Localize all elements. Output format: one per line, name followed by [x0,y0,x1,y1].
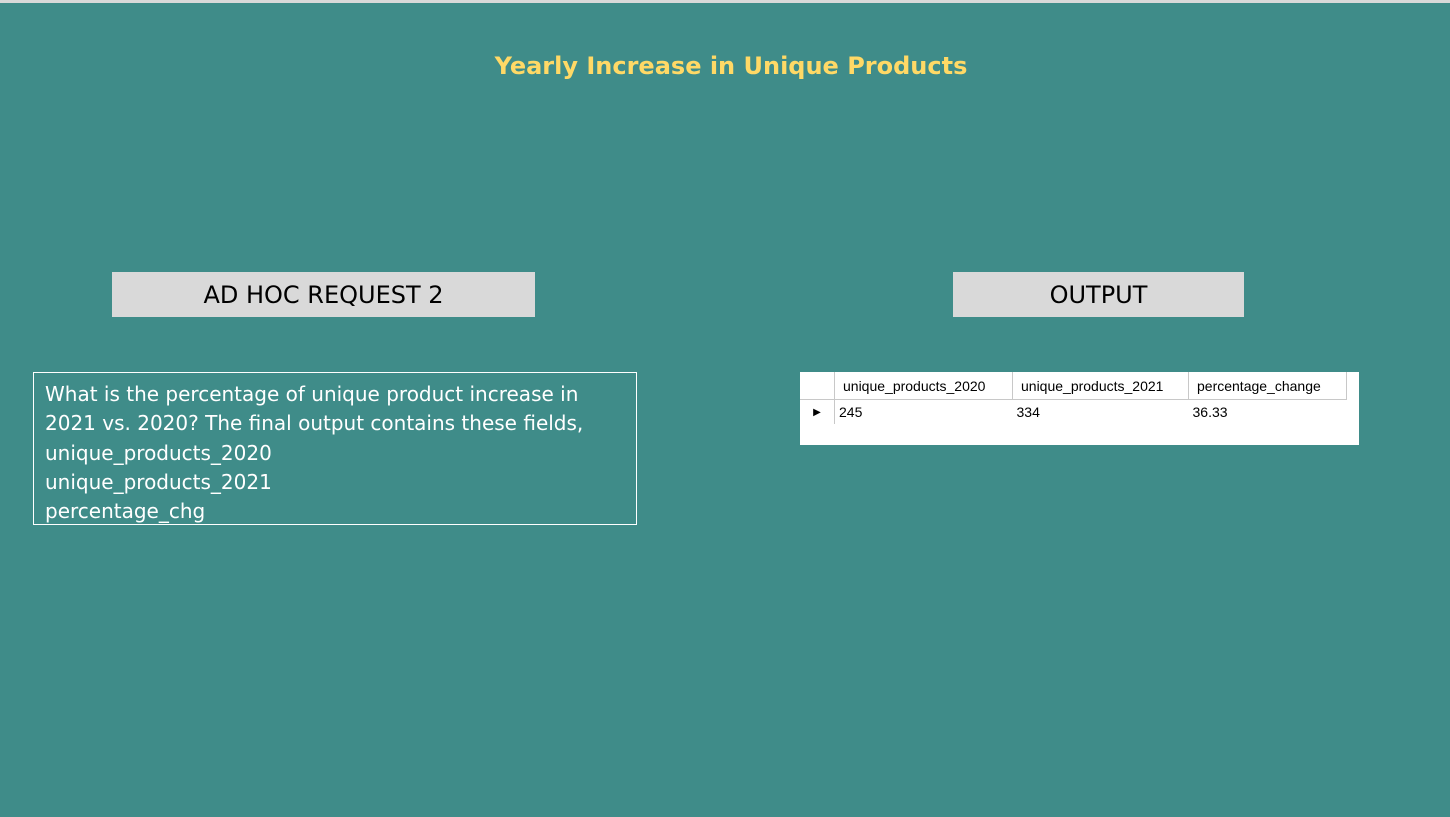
request-label: AD HOC REQUEST 2 [112,272,535,317]
corner-cell [800,372,835,400]
column-header[interactable]: unique_products_2021 [1012,372,1189,400]
question-line: unique_products_2021 [45,469,272,494]
row-selector-icon[interactable]: ▶ [800,399,835,424]
column-header[interactable]: unique_products_2020 [834,372,1013,400]
table-cell[interactable]: 36.33 [1189,400,1347,425]
column-header[interactable]: percentage_change [1188,372,1347,400]
table-row[interactable]: ▶ 245 334 36.33 [800,399,1347,425]
question-line: percentage_chg [45,499,206,524]
table-cell[interactable]: 334 [1013,400,1189,425]
question-line: What is the percentage of unique product… [45,382,579,406]
question-line: 2021 vs. 2020? The final output contains… [45,411,584,436]
result-grid-panel: unique_products_2020 unique_products_202… [800,372,1359,445]
question-box: What is the percentage of unique product… [33,372,637,525]
table-cell[interactable]: 245 [835,400,1013,425]
header-row: unique_products_2020 unique_products_202… [800,372,1347,400]
output-label: OUTPUT [953,272,1244,317]
page-title: Yearly Increase in Unique Products [494,52,968,80]
top-border [0,0,1450,3]
question-line: unique_products_2020 [45,440,272,465]
result-grid: unique_products_2020 unique_products_202… [800,372,1347,424]
